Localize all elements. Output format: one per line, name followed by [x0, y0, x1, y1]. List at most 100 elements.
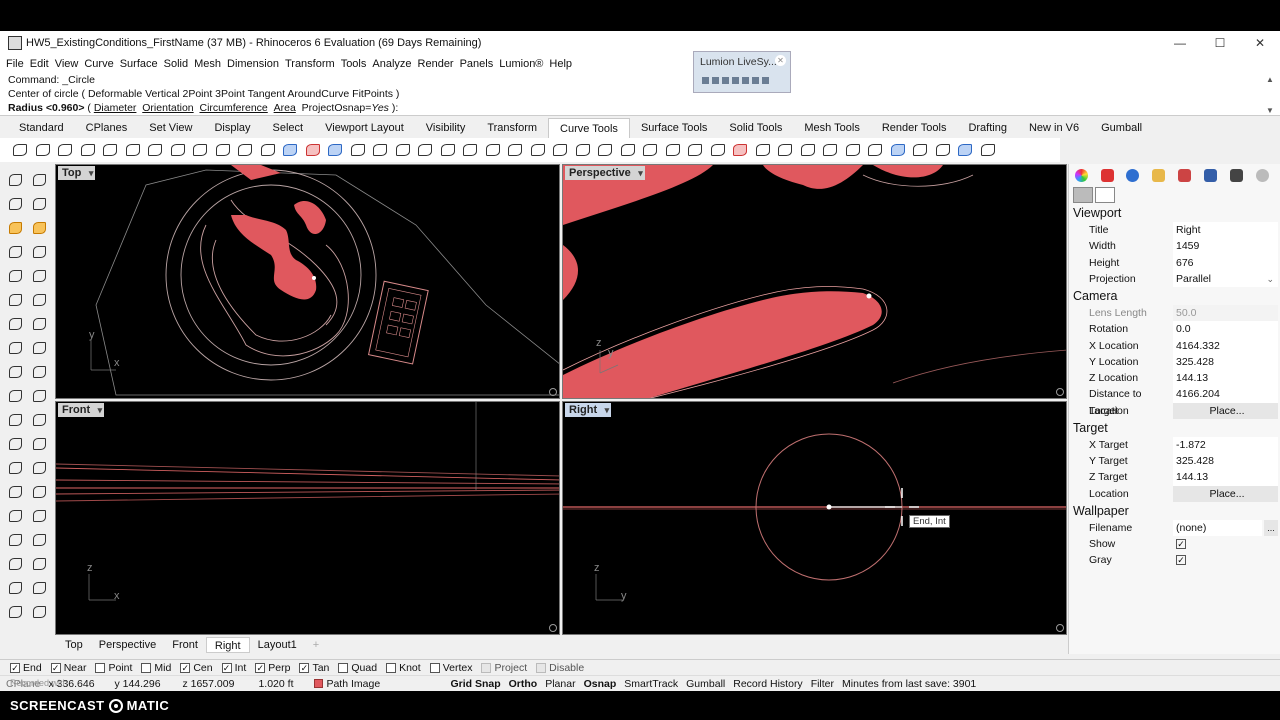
viewport-front[interactable]: Front z x [55, 401, 560, 635]
viewport-corner-icon[interactable] [549, 624, 557, 632]
move-point-icon[interactable] [663, 141, 683, 159]
browse-button[interactable]: ... [1264, 519, 1278, 536]
remove-knot-icon[interactable] [438, 141, 458, 159]
cylinder-tool-icon[interactable] [6, 412, 24, 428]
wallpaper-filename-field[interactable]: (none) [1173, 519, 1262, 536]
osnap-checkbox[interactable] [536, 662, 547, 673]
tab-gumball[interactable]: Gumball [1090, 118, 1153, 138]
tab-display[interactable]: Display [203, 118, 261, 138]
sphere-icon[interactable] [30, 388, 48, 404]
crv-end-icon[interactable] [708, 141, 728, 159]
array-icon[interactable] [6, 580, 24, 596]
mirror-icon[interactable] [30, 580, 48, 596]
lumion-livesync-panel[interactable]: Lumion LiveSy... ✕ [693, 51, 791, 93]
curve-edit-icon[interactable] [910, 141, 930, 159]
toggle-record-history[interactable]: Record History [733, 678, 802, 690]
menu-dimension[interactable]: Dimension [227, 58, 279, 70]
select-arrow-icon[interactable] [6, 172, 24, 188]
osnap-near[interactable]: ✓ Near [50, 662, 86, 674]
add-layout-icon[interactable]: + [305, 637, 327, 653]
panel-settings-icon[interactable] [1254, 167, 1270, 183]
viewport-frame-icon[interactable] [1095, 187, 1115, 203]
tab-drafting[interactable]: Drafting [957, 118, 1018, 138]
delete-point-icon[interactable] [730, 141, 750, 159]
osnap-checkbox[interactable]: ✓ [255, 662, 266, 673]
simplify-curve-icon[interactable] [348, 141, 368, 159]
menu-surface[interactable]: Surface [120, 58, 158, 70]
osnap-checkbox[interactable] [141, 662, 152, 673]
osnap-mid[interactable]: Mid [141, 662, 171, 674]
helix-icon[interactable] [6, 316, 24, 332]
vp-tab-top[interactable]: Top [57, 637, 91, 653]
spiral-icon[interactable] [30, 316, 48, 332]
text-tool-icon[interactable] [30, 556, 48, 572]
osnap-perp[interactable]: ✓ Perp [255, 662, 290, 674]
menu-lumion[interactable]: Lumion® [499, 58, 543, 70]
toggle-smarttrack[interactable]: SmartTrack [624, 678, 678, 690]
lumion-download-icon[interactable] [762, 77, 769, 84]
camera-icon[interactable] [1073, 187, 1093, 203]
tab-visibility[interactable]: Visibility [415, 118, 477, 138]
match-curve-icon[interactable] [100, 141, 120, 159]
toggle-gumball[interactable]: Gumball [686, 678, 725, 690]
deg-icon[interactable] [528, 141, 548, 159]
lumion-stop-icon[interactable] [702, 77, 709, 84]
osnap-end[interactable]: ✓ End [10, 662, 42, 674]
viewport-front-label[interactable]: Front [58, 403, 105, 417]
point-icon[interactable] [30, 172, 48, 188]
viewport-corner-icon[interactable] [1056, 388, 1064, 396]
close-crv-icon[interactable] [393, 141, 413, 159]
draw-pencil-icon[interactable] [30, 220, 48, 236]
osnap-tan[interactable]: ✓ Tan [299, 662, 329, 674]
boolean-union-icon[interactable] [6, 436, 24, 452]
folder-icon[interactable] [1151, 167, 1167, 183]
analyze-icon[interactable] [6, 604, 24, 620]
tab-set-view[interactable]: Set View [138, 118, 203, 138]
tab-surface-tools[interactable]: Surface Tools [630, 118, 718, 138]
osnap-checkbox[interactable] [429, 662, 440, 673]
box-icon[interactable] [6, 388, 24, 404]
vp-tab-perspective[interactable]: Perspective [91, 637, 164, 653]
viewport-corner-icon[interactable] [549, 388, 557, 396]
cone-icon[interactable] [30, 412, 48, 428]
menu-edit[interactable]: Edit [30, 58, 49, 70]
ungroup-icon[interactable] [30, 532, 48, 548]
arc-blend-icon[interactable] [168, 141, 188, 159]
menu-render[interactable]: Render [418, 58, 454, 70]
display-icon[interactable] [1202, 167, 1218, 183]
tab-new-in-v6[interactable]: New in V6 [1018, 118, 1090, 138]
fair-icon[interactable] [550, 141, 570, 159]
osnap-point[interactable]: Point [95, 662, 132, 674]
texture-icon[interactable] [1177, 167, 1193, 183]
viewport-right[interactable]: Right End, Int z y [562, 401, 1067, 635]
wave-icon[interactable] [843, 141, 863, 159]
osnap-checkbox[interactable] [481, 662, 492, 673]
loft-icon[interactable] [6, 340, 24, 356]
extend-curve-icon[interactable] [145, 141, 165, 159]
materials-icon[interactable] [1099, 167, 1115, 183]
rotation-field[interactable]: 0.0 [1173, 321, 1278, 338]
lumion-close-icon[interactable]: ✕ [775, 55, 786, 66]
osnap-vertex[interactable]: Vertex [429, 662, 472, 674]
render-tool-icon[interactable] [30, 460, 48, 476]
tab-viewport-layout[interactable]: Viewport Layout [314, 118, 415, 138]
menu-help[interactable]: Help [549, 58, 572, 70]
osnap-project[interactable]: Project [481, 662, 527, 674]
menu-file[interactable]: File [6, 58, 24, 70]
option-area[interactable]: Area [274, 102, 296, 114]
z-location-field[interactable]: 144.13 [1173, 370, 1278, 387]
osnap-checkbox[interactable]: ✓ [180, 662, 191, 673]
list-icon[interactable] [978, 141, 998, 159]
polyline-icon[interactable] [6, 196, 24, 212]
flip-direction-icon[interactable] [753, 141, 773, 159]
camera-panel-icon[interactable] [1228, 167, 1244, 183]
viewport-top-label[interactable]: Top [58, 166, 96, 180]
osnap-checkbox[interactable]: ✓ [50, 662, 61, 673]
menu-mesh[interactable]: Mesh [194, 58, 221, 70]
viewport-title-field[interactable]: Right [1173, 222, 1278, 239]
menu-view[interactable]: View [55, 58, 79, 70]
curvature-graph-icon[interactable] [573, 141, 593, 159]
viewport-width-field[interactable]: 1459 [1173, 238, 1278, 255]
x-location-field[interactable]: 4164.332 [1173, 337, 1278, 354]
fillet-curves-icon[interactable] [10, 141, 30, 159]
